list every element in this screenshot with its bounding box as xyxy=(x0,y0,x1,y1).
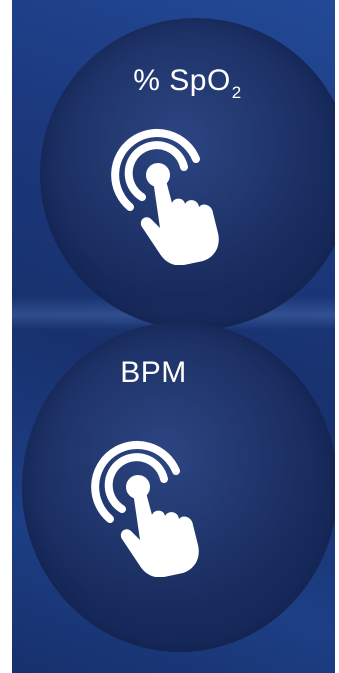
bpm-label: BPM xyxy=(120,356,187,389)
bpm-measure-button[interactable]: BPM xyxy=(12,302,335,652)
spo2-measure-button[interactable]: % SpO2 xyxy=(12,0,335,336)
tap-gesture-icon xyxy=(91,441,199,577)
device-screen: % SpO2 BPM xyxy=(12,0,335,673)
spo2-subscript: 2 xyxy=(231,83,242,102)
spo2-label: % SpO2 xyxy=(133,64,242,102)
tap-gesture-icon xyxy=(111,129,219,265)
